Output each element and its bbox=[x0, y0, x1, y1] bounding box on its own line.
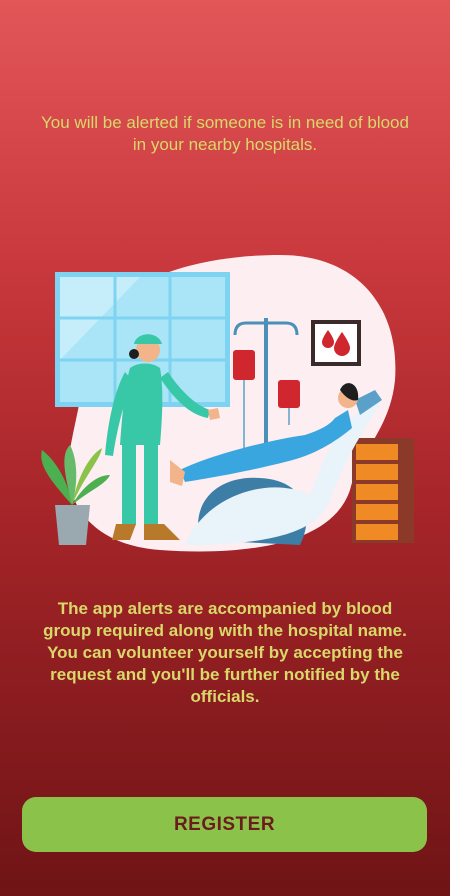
alert-info-text: You will be alerted if someone is in nee… bbox=[41, 113, 409, 154]
hospital-blood-donation-illustration bbox=[41, 255, 414, 552]
alert-details-text: The app alerts are accompanied by blood … bbox=[43, 599, 407, 706]
register-button[interactable]: REGISTER bbox=[22, 797, 427, 852]
